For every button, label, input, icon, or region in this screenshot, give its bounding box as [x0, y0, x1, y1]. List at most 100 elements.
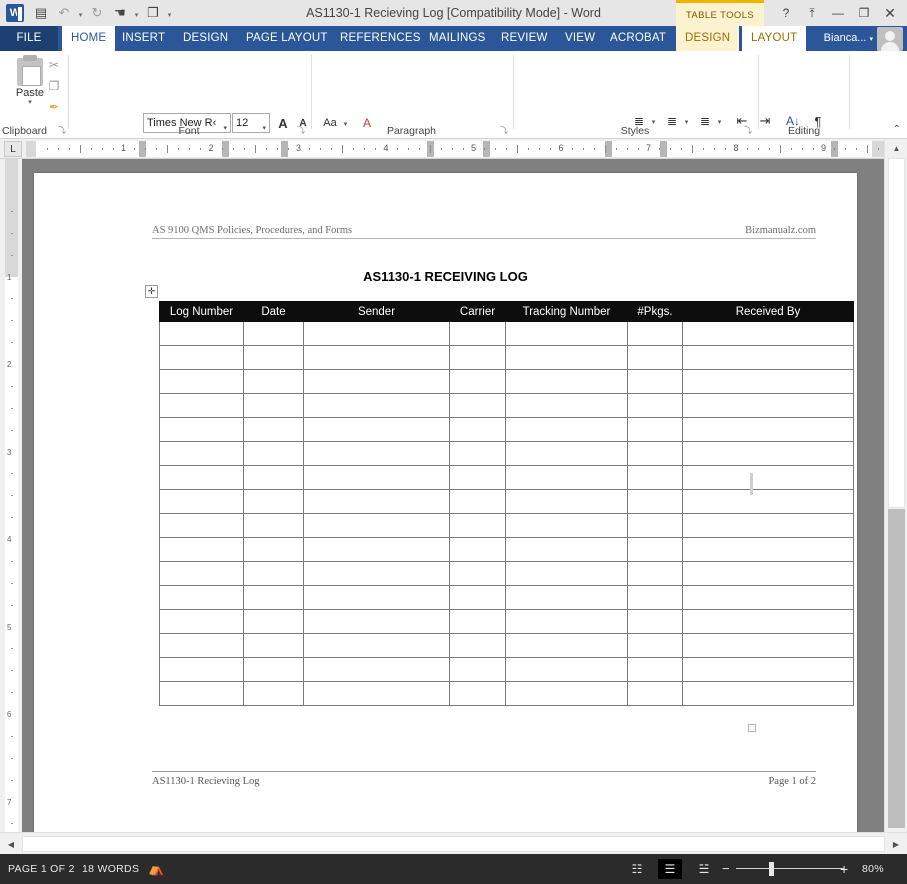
tab-table-tools-design[interactable]: DESIGN — [676, 26, 740, 51]
table-row[interactable] — [159, 369, 854, 394]
zoom-out-button[interactable]: − — [722, 854, 730, 884]
table-column-header[interactable]: Carrier — [449, 301, 506, 322]
table-cell[interactable] — [627, 345, 683, 370]
table-cell[interactable] — [159, 585, 244, 610]
table-cell[interactable] — [243, 417, 304, 442]
word-count[interactable]: 18 WORDS — [82, 854, 139, 884]
table-cell[interactable] — [243, 513, 304, 538]
vertical-ruler[interactable]: 1 2 3 4 5 6 7 — [0, 159, 22, 846]
table-cell[interactable] — [505, 489, 628, 514]
table-row[interactable] — [159, 633, 854, 658]
table-row[interactable] — [159, 561, 854, 586]
table-cell[interactable] — [682, 321, 854, 346]
tab-table-tools-layout[interactable]: LAYOUT — [742, 26, 807, 51]
table-cell[interactable] — [449, 369, 506, 394]
table-cell[interactable] — [243, 393, 304, 418]
table-column-header[interactable]: Log Number — [159, 301, 244, 322]
table-cell[interactable] — [159, 537, 244, 562]
tab-acrobat[interactable]: ACROBAT — [601, 26, 675, 51]
tab-page-layout[interactable]: PAGE LAYOUT — [237, 26, 337, 51]
table-cell[interactable] — [159, 393, 244, 418]
table-cell[interactable] — [682, 465, 854, 490]
table-cell[interactable] — [505, 537, 628, 562]
table-cell[interactable] — [505, 417, 628, 442]
tab-insert[interactable]: INSERT — [113, 26, 174, 51]
table-column-header[interactable]: Tracking Number — [505, 301, 628, 322]
table-cell[interactable] — [682, 681, 854, 706]
vertical-scroll-track[interactable] — [888, 509, 905, 828]
table-cell[interactable] — [159, 321, 244, 346]
web-layout-view-button[interactable]: ☱ — [692, 859, 716, 879]
close-button[interactable]: ✕ — [877, 2, 903, 24]
table-cell[interactable] — [682, 657, 854, 682]
table-row[interactable] — [159, 585, 854, 610]
paragraph-dialog-launcher[interactable]: ⤵ — [500, 125, 508, 136]
page-header[interactable]: AS 9100 QMS Policies, Procedures, and Fo… — [152, 225, 816, 239]
table-row[interactable] — [159, 393, 854, 418]
tab-design[interactable]: DESIGN — [174, 26, 237, 51]
table-cell[interactable] — [243, 465, 304, 490]
tab-references[interactable]: REFERENCES — [331, 26, 430, 51]
ruler-cell-marker[interactable] — [660, 141, 667, 157]
table-cell[interactable] — [627, 465, 683, 490]
touch-mode-dropdown-icon[interactable]: ▾ — [132, 2, 141, 24]
table-cell[interactable] — [627, 585, 683, 610]
table-cell[interactable] — [243, 537, 304, 562]
table-cell[interactable] — [682, 585, 854, 610]
read-mode-view-button[interactable]: ☷ — [625, 859, 649, 879]
format-painter-icon[interactable]: ✒ — [44, 97, 64, 117]
document-page[interactable]: AS 9100 QMS Policies, Procedures, and Fo… — [34, 173, 857, 833]
table-row[interactable] — [159, 441, 854, 466]
table-cell[interactable] — [449, 561, 506, 586]
account-menu[interactable]: Bianca... ▾ — [824, 26, 873, 51]
table-cell[interactable] — [627, 441, 683, 466]
save-icon[interactable]: ▤ — [30, 2, 52, 24]
collapse-ribbon-icon[interactable]: ⌃ — [893, 124, 901, 135]
table-cell[interactable] — [243, 609, 304, 634]
table-cell[interactable] — [627, 513, 683, 538]
zoom-slider-track[interactable] — [736, 868, 844, 869]
table-cell[interactable] — [303, 513, 450, 538]
horizontal-scroll-thumb[interactable] — [22, 836, 885, 852]
table-cell[interactable] — [303, 657, 450, 682]
table-cell[interactable] — [243, 369, 304, 394]
table-row[interactable] — [159, 537, 854, 562]
table-cell[interactable] — [505, 681, 628, 706]
table-cell[interactable] — [505, 585, 628, 610]
table-column-header[interactable]: Received By — [682, 301, 854, 322]
table-cell[interactable] — [449, 537, 506, 562]
table-cell[interactable] — [243, 441, 304, 466]
zoom-level[interactable]: 80% — [862, 854, 884, 884]
table-cell[interactable] — [505, 345, 628, 370]
table-cell[interactable] — [449, 321, 506, 346]
print-layout-view-button[interactable]: ☰ — [658, 859, 682, 879]
table-cell[interactable] — [505, 561, 628, 586]
page-footer[interactable]: AS1130-1 Recieving Log Page 1 of 2 — [152, 771, 816, 787]
table-cell[interactable] — [682, 561, 854, 586]
table-move-handle[interactable]: ✛ — [145, 285, 158, 298]
clipboard-dialog-launcher[interactable]: ⤵ — [58, 125, 66, 136]
table-cell[interactable] — [682, 633, 854, 658]
tab-home[interactable]: HOME — [62, 26, 116, 51]
table-cell[interactable] — [627, 681, 683, 706]
table-cell[interactable] — [505, 633, 628, 658]
tab-file[interactable]: FILE — [0, 26, 58, 51]
table-cell[interactable] — [505, 369, 628, 394]
table-cell[interactable] — [243, 657, 304, 682]
table-cell[interactable] — [303, 585, 450, 610]
table-cell[interactable] — [505, 393, 628, 418]
ruler-cell-marker[interactable] — [222, 141, 229, 157]
help-button[interactable]: ? — [773, 2, 799, 24]
tab-stop-selector[interactable]: L — [4, 141, 22, 157]
table-cell[interactable] — [303, 345, 450, 370]
table-cell[interactable] — [159, 465, 244, 490]
table-cell[interactable] — [682, 345, 854, 370]
table-cell[interactable] — [627, 537, 683, 562]
table-cell[interactable] — [303, 561, 450, 586]
proofing-status-icon[interactable]: ⛺ — [148, 854, 165, 884]
styles-dialog-launcher[interactable]: ⤵ — [744, 125, 752, 136]
table-cell[interactable] — [303, 393, 450, 418]
table-body[interactable] — [159, 321, 854, 706]
table-row[interactable] — [159, 657, 854, 682]
table-cell[interactable] — [682, 369, 854, 394]
